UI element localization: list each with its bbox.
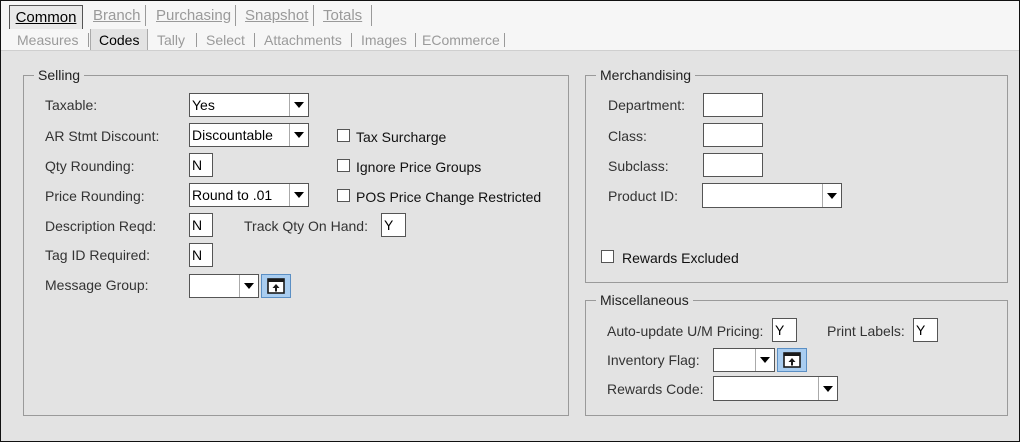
rewards-code-dropdown[interactable] <box>713 376 838 401</box>
merchandising-title: Merchandising <box>596 67 696 83</box>
price-rounding-dropdown[interactable]: Round to .01 <box>189 183 309 207</box>
tab-attachments[interactable]: Attachments <box>256 29 352 50</box>
description-reqd-field[interactable]: N <box>189 213 213 237</box>
tag-id-required-label: Tag ID Required: <box>45 247 151 263</box>
tab-images[interactable]: Images <box>353 29 416 50</box>
tab-ecommerce[interactable]: ECommerce <box>417 29 505 50</box>
track-qty-on-hand-label: Track Qty On Hand: <box>244 218 368 234</box>
tab-totals[interactable]: Totals <box>316 1 372 29</box>
class-label: Class: <box>608 128 647 144</box>
chevron-down-icon[interactable] <box>289 94 308 116</box>
tab-purchasing[interactable]: Purchasing <box>148 1 236 29</box>
auto-update-um-pricing-label: Auto-update U/M Pricing: <box>607 323 764 339</box>
product-id-label: Product ID: <box>608 188 679 204</box>
main-tab-strip: Common Branch Purchasing Snapshot Totals <box>1 1 1019 29</box>
message-group-dropdown[interactable] <box>189 274 259 298</box>
message-group-label: Message Group: <box>45 277 149 293</box>
qty-rounding-label: Qty Rounding: <box>45 158 135 174</box>
chevron-down-icon[interactable] <box>289 124 308 146</box>
print-labels-field[interactable]: Y <box>913 318 938 342</box>
tab-tally[interactable]: Tally <box>149 29 197 50</box>
item-codes-window: Common Branch Purchasing Snapshot Totals… <box>0 0 1020 442</box>
lookup-icon <box>267 278 285 294</box>
tax-surcharge-label: Tax Surcharge <box>356 129 447 145</box>
chevron-down-icon[interactable] <box>289 184 308 206</box>
tag-id-required-field[interactable]: N <box>189 243 213 267</box>
chevron-down-icon[interactable] <box>818 377 837 400</box>
tab-codes[interactable]: Codes <box>90 29 148 50</box>
print-labels-label: Print Labels: <box>827 323 905 339</box>
tab-common[interactable]: Common <box>9 5 83 29</box>
taxable-label: Taxable: <box>45 97 98 113</box>
selling-title: Selling <box>34 67 85 83</box>
department-field[interactable] <box>703 93 763 117</box>
sub-tab-strip: Measures Codes Tally Select Attachments … <box>1 29 1019 51</box>
rewards-excluded-checkbox[interactable] <box>601 250 614 263</box>
description-reqd-label: Description Reqd: <box>45 218 157 234</box>
tax-surcharge-checkbox[interactable] <box>337 129 350 142</box>
inventory-flag-label: Inventory Flag: <box>607 352 700 368</box>
price-rounding-label: Price Rounding: <box>45 188 145 204</box>
subclass-field[interactable] <box>703 153 763 177</box>
ar-stmt-discount-label: AR Stmt Discount: <box>45 128 160 144</box>
ignore-price-groups-checkbox[interactable] <box>337 159 350 172</box>
inventory-flag-lookup-button[interactable] <box>777 348 807 372</box>
chevron-down-icon[interactable] <box>755 349 774 371</box>
class-field[interactable] <box>703 123 763 147</box>
tab-snapshot[interactable]: Snapshot <box>238 1 314 29</box>
taxable-dropdown[interactable]: Yes <box>189 93 309 117</box>
lookup-icon <box>783 352 801 368</box>
pos-price-change-restricted-checkbox[interactable] <box>337 189 350 202</box>
tab-branch[interactable]: Branch <box>85 1 146 29</box>
miscellaneous-title: Miscellaneous <box>596 292 693 308</box>
qty-rounding-field[interactable]: N <box>189 153 213 177</box>
subclass-label: Subclass: <box>608 158 669 174</box>
auto-update-um-pricing-field[interactable]: Y <box>772 318 797 342</box>
message-group-lookup-button[interactable] <box>261 274 291 298</box>
ar-stmt-discount-dropdown[interactable]: Discountable <box>189 123 309 147</box>
tab-measures[interactable]: Measures <box>9 29 89 50</box>
rewards-code-label: Rewards Code: <box>607 381 704 397</box>
rewards-excluded-label: Rewards Excluded <box>622 250 739 266</box>
tab-select[interactable]: Select <box>198 29 255 50</box>
chevron-down-icon[interactable] <box>239 275 258 297</box>
product-id-dropdown[interactable] <box>702 183 842 208</box>
track-qty-on-hand-field[interactable]: Y <box>381 213 406 237</box>
chevron-down-icon[interactable] <box>822 184 841 207</box>
pos-price-change-restricted-label: POS Price Change Restricted <box>356 189 542 205</box>
department-label: Department: <box>608 97 686 113</box>
ignore-price-groups-label: Ignore Price Groups <box>356 159 482 175</box>
inventory-flag-dropdown[interactable] <box>713 348 775 372</box>
